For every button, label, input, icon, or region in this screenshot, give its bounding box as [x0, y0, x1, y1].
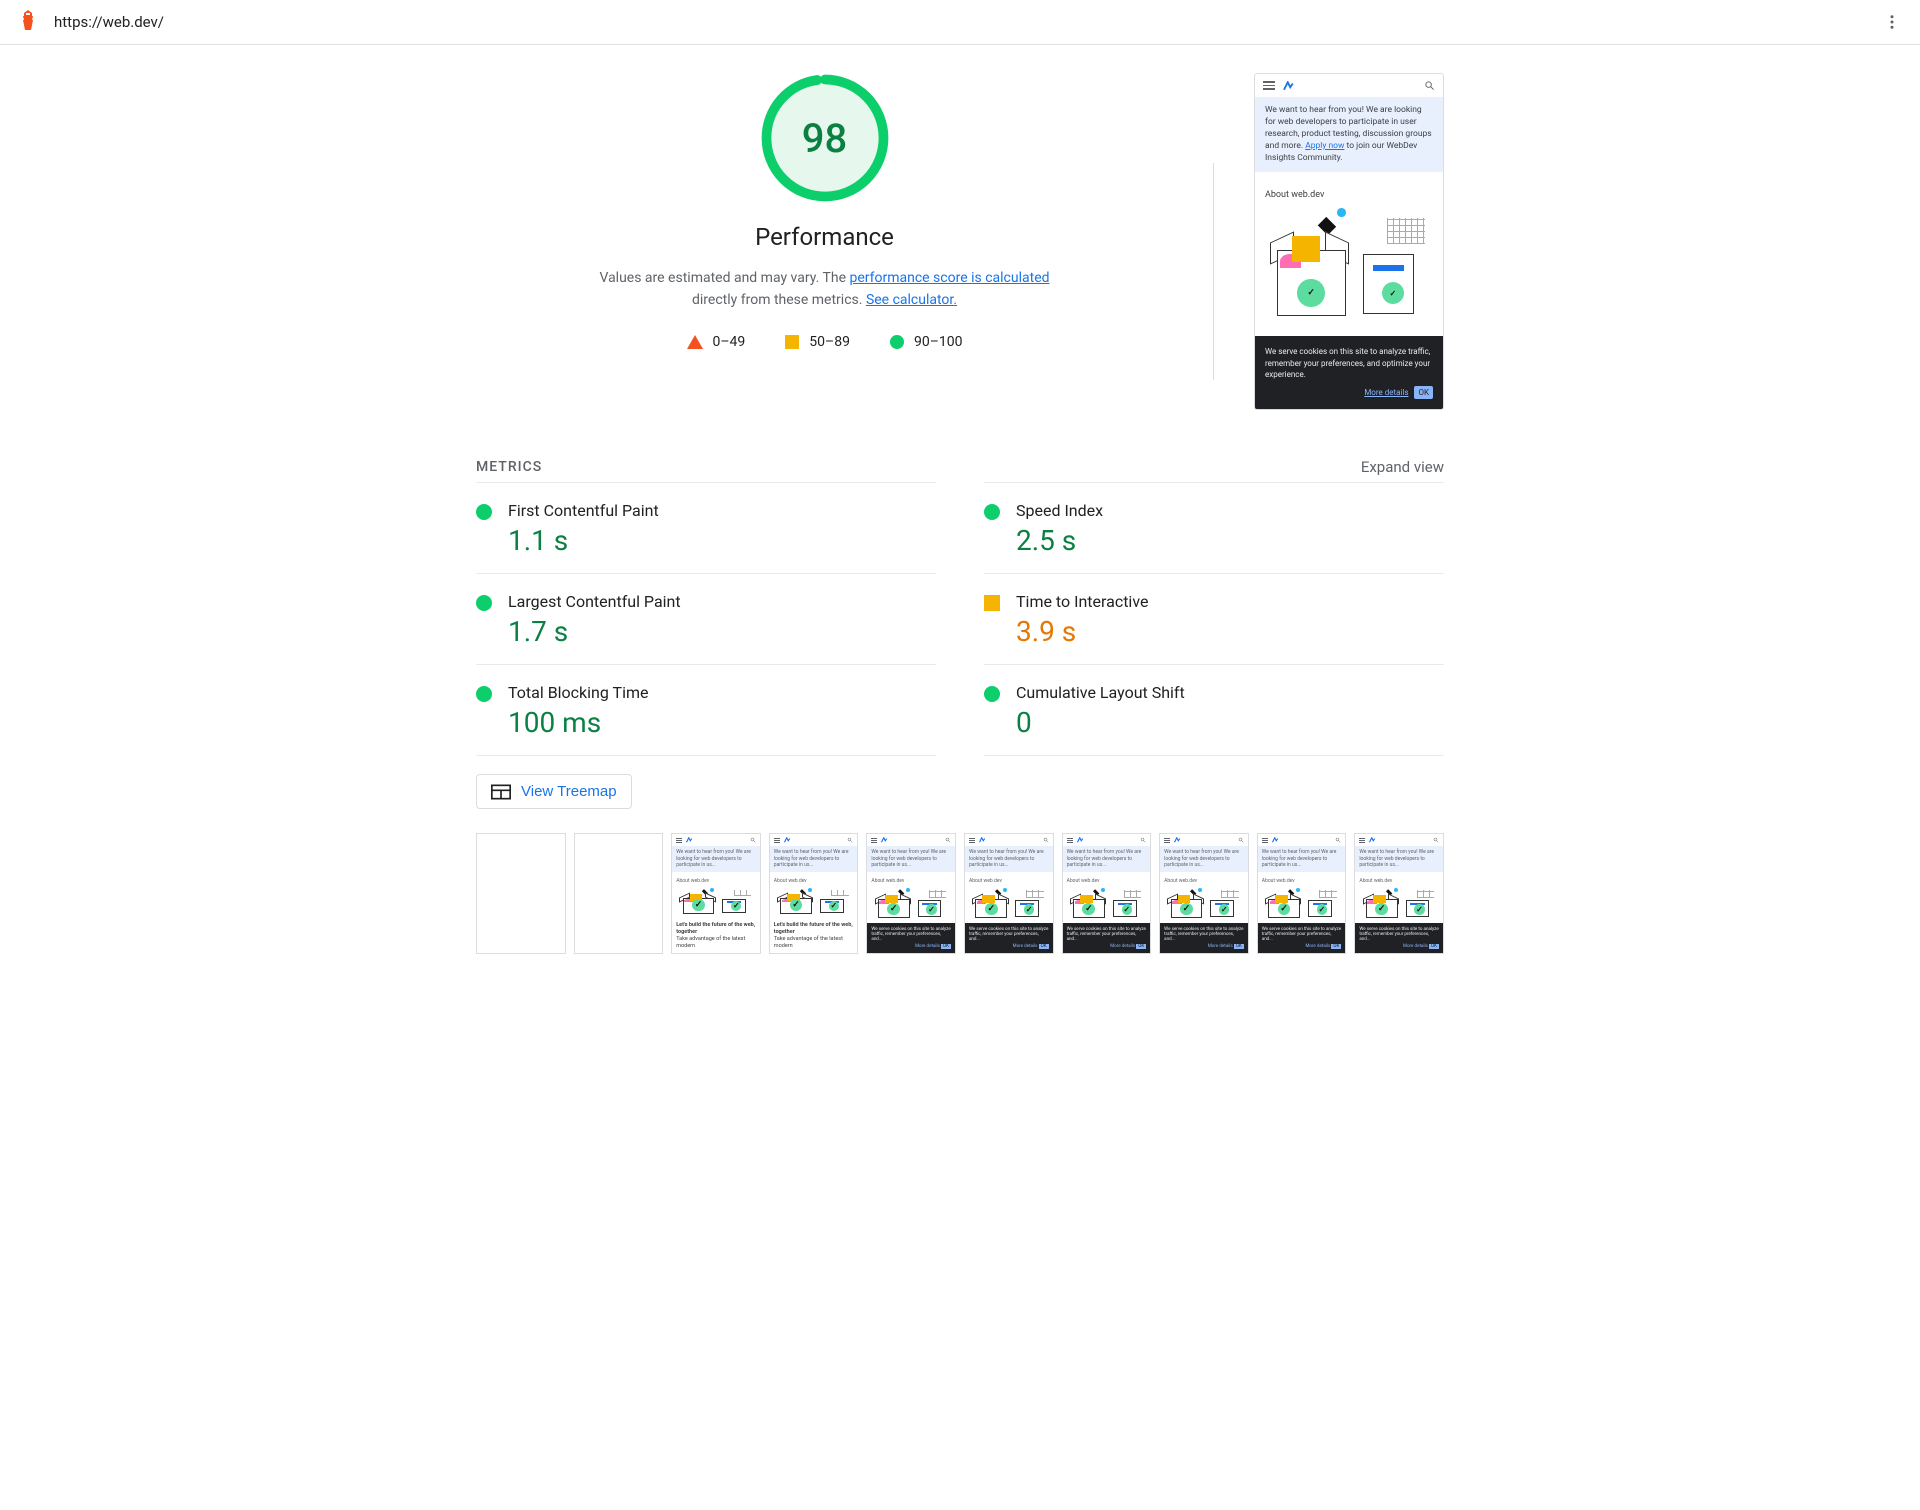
score-value: 98 [760, 73, 890, 203]
filmstrip-frame[interactable]: We want to hear from you! We are looking… [1257, 833, 1347, 954]
score-calc-link[interactable]: performance score is calculated [849, 270, 1049, 286]
topbar: https://web.dev/ [0, 0, 1920, 45]
score-title: Performance [755, 223, 894, 251]
pass-indicator-icon [476, 504, 492, 520]
page-screenshot-preview: We want to hear from you! We are looking… [1254, 73, 1444, 410]
metric-value: 1.7 s [508, 615, 936, 648]
filmstrip-frame[interactable]: We want to hear from you! We are looking… [866, 833, 956, 954]
metric-name: Speed Index [1016, 501, 1444, 520]
score-legend: 0–49 50–89 90–100 [687, 334, 963, 350]
metric-value: 3.9 s [1016, 615, 1444, 648]
metric-name: Total Blocking Time [508, 683, 936, 702]
page-url: https://web.dev/ [54, 13, 1866, 31]
metric-row: Cumulative Layout Shift 0 [984, 664, 1444, 755]
metric-row: Largest Contentful Paint 1.7 s [476, 573, 936, 664]
preview-about: About web.dev [1255, 172, 1443, 208]
metric-value: 2.5 s [1016, 524, 1444, 557]
circle-icon [890, 335, 904, 349]
filmstrip-frame[interactable] [574, 833, 664, 954]
calculator-link[interactable]: See calculator. [866, 292, 957, 308]
metric-value: 100 ms [508, 706, 936, 739]
filmstrip: We want to hear from you! We are looking… [476, 833, 1444, 954]
metric-value: 1.1 s [508, 524, 936, 557]
score-gauge: 98 [760, 73, 890, 203]
filmstrip-frame[interactable]: We want to hear from you! We are looking… [671, 833, 761, 954]
search-icon [1424, 80, 1435, 91]
metric-value: 0 [1016, 706, 1444, 739]
filmstrip-frame[interactable]: We want to hear from you! We are looking… [1159, 833, 1249, 954]
webdev-logo-icon [1281, 81, 1297, 91]
filmstrip-frame[interactable]: We want to hear from you! We are looking… [1062, 833, 1152, 954]
filmstrip-frame[interactable]: We want to hear from you! We are looking… [964, 833, 1054, 954]
hero-section: 98 Performance Values are estimated and … [476, 73, 1444, 410]
metric-row: Total Blocking Time 100 ms [476, 664, 936, 755]
pass-indicator-icon [476, 686, 492, 702]
metric-name: Largest Contentful Paint [508, 592, 936, 611]
vertical-divider [1213, 163, 1214, 380]
metric-row: Speed Index 2.5 s [984, 482, 1444, 573]
preview-banner: We want to hear from you! We are looking… [1255, 97, 1443, 172]
view-treemap-button[interactable]: View Treemap [476, 774, 632, 809]
filmstrip-frame[interactable]: We want to hear from you! We are looking… [1354, 833, 1444, 954]
triangle-icon [687, 335, 703, 349]
average-indicator-icon [984, 595, 1000, 611]
metrics-grid: First Contentful Paint 1.1 s Speed Index 2.… [476, 482, 1444, 755]
expand-view-toggle[interactable]: Expand view [1361, 458, 1444, 476]
square-icon [785, 335, 799, 349]
metric-name: First Contentful Paint [508, 501, 936, 520]
preview-cookie-banner: We serve cookies on this site to analyze… [1255, 336, 1443, 409]
pass-indicator-icon [984, 686, 1000, 702]
metrics-section-label: METRICS [476, 459, 542, 475]
metric-name: Cumulative Layout Shift [1016, 683, 1444, 702]
lighthouse-logo-icon [16, 8, 40, 36]
score-description: Values are estimated and may vary. The p… [595, 267, 1055, 312]
metric-row: Time to Interactive 3.9 s [984, 573, 1444, 664]
hamburger-icon [1263, 81, 1275, 90]
more-menu-button[interactable] [1880, 10, 1904, 34]
pass-indicator-icon [984, 504, 1000, 520]
pass-indicator-icon [476, 595, 492, 611]
metric-row: First Contentful Paint 1.1 s [476, 482, 936, 573]
treemap-icon [491, 784, 511, 800]
filmstrip-frame[interactable] [476, 833, 566, 954]
filmstrip-frame[interactable]: We want to hear from you! We are looking… [769, 833, 859, 954]
metric-name: Time to Interactive [1016, 592, 1444, 611]
